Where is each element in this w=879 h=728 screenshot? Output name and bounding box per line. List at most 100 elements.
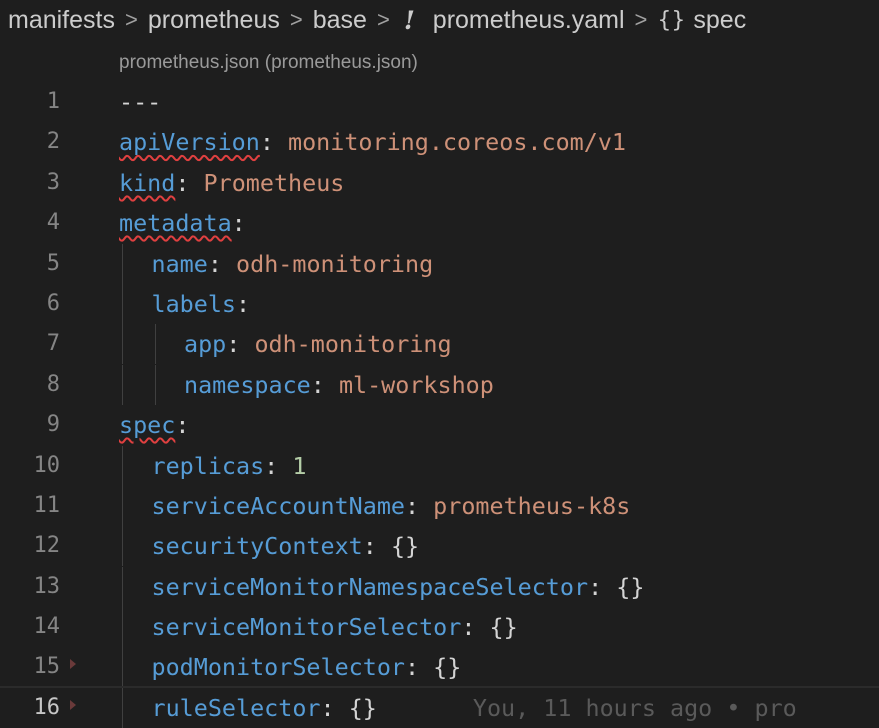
braces-icon: {} — [657, 7, 686, 33]
colon: : — [404, 491, 420, 520]
git-change-marker-icon — [70, 659, 76, 670]
yaml-file-icon: ! — [403, 5, 415, 35]
code-line[interactable]: 3 kind: Prometheus — [0, 163, 879, 203]
code-line[interactable]: 14 serviceMonitorSelector: {} — [0, 607, 879, 648]
yaml-key: ruleSelector — [151, 693, 321, 722]
colon: : — [175, 168, 190, 197]
indent-guide — [119, 526, 152, 567]
line-number: 9 — [46, 412, 60, 438]
code-line[interactable]: 6 labels: — [0, 283, 879, 324]
line-content[interactable]: app: odh-monitoring — [119, 324, 452, 365]
chevron-right-icon: > — [634, 7, 648, 32]
line-number: 1 — [46, 89, 60, 114]
line-number: 7 — [46, 331, 60, 357]
code-editor[interactable]: manifests > prometheus > base > ! promet… — [0, 0, 879, 728]
line-content[interactable]: namespace: ml-workshop — [119, 364, 494, 405]
code-line[interactable]: 1 --- — [0, 82, 879, 122]
code-line[interactable]: 16 ruleSelector: {} You, 11 hours ago • pr… — [0, 685, 879, 728]
line-number: 6 — [46, 290, 60, 316]
yaml-key: securityContext — [151, 532, 363, 561]
breadcrumb-item-manifests[interactable]: manifests — [8, 6, 115, 35]
colon: : — [231, 209, 246, 238]
line-number: 8 — [46, 371, 60, 397]
indent-guide — [119, 647, 152, 688]
code-line[interactable]: 10 replicas: 1 — [0, 445, 879, 486]
line-content[interactable]: serviceAccountName: prometheus-k8s — [119, 485, 631, 526]
code-line[interactable]: 15 podMonitorSelector: {} — [0, 647, 879, 688]
indent-guide — [152, 324, 185, 365]
yaml-value: {} — [348, 693, 377, 722]
yaml-key: namespace — [184, 370, 311, 399]
code-lines[interactable]: 1 --- 2 apiVersion: monitoring.coreos.com/v… — [0, 82, 879, 728]
indent-guide — [119, 607, 152, 648]
colon: : — [362, 532, 377, 561]
line-content[interactable]: serviceMonitorSelector: {} — [119, 607, 518, 648]
yaml-key: serviceMonitorNamespaceSelector — [151, 572, 589, 601]
yaml-key: metadata — [119, 209, 232, 238]
line-content[interactable]: replicas: 1 — [119, 445, 307, 486]
colon: : — [207, 249, 222, 278]
yaml-value: {} — [433, 653, 462, 682]
indent-guide — [119, 687, 152, 728]
breadcrumb-item-file[interactable]: prometheus.yaml — [433, 6, 625, 35]
code-line[interactable]: 9 spec: — [0, 405, 879, 445]
line-content[interactable]: ruleSelector: {} You, 11 hours ago • pro — [119, 687, 797, 728]
document-start-marker: --- — [119, 88, 162, 116]
colon: : — [175, 411, 190, 440]
line-content[interactable]: apiVersion: monitoring.coreos.com/v1 — [119, 122, 626, 162]
indent-guide — [119, 485, 152, 526]
code-line[interactable]: 5 name: odh-monitoring — [0, 243, 879, 284]
yaml-key: serviceMonitorSelector — [151, 613, 462, 642]
line-number: 16 — [33, 694, 61, 720]
line-content[interactable]: --- — [119, 82, 161, 122]
indent-guide — [152, 364, 185, 405]
yaml-value: odh-monitoring — [254, 330, 452, 359]
yaml-key: serviceAccountName — [151, 491, 405, 520]
yaml-value: prometheus-k8s — [433, 491, 631, 520]
yaml-value: 1 — [292, 451, 307, 480]
line-content[interactable]: metadata: — [119, 203, 246, 243]
colon: : — [310, 370, 325, 399]
line-number: 13 — [33, 573, 61, 599]
breadcrumb-item-prometheus[interactable]: prometheus — [148, 6, 280, 35]
yaml-key: app — [184, 330, 227, 359]
chevron-right-icon: > — [289, 7, 303, 32]
yaml-value: odh-monitoring — [236, 249, 434, 278]
code-line[interactable]: 7 app: odh-monitoring — [0, 324, 879, 365]
breadcrumb-item-base[interactable]: base — [313, 6, 367, 35]
code-line[interactable]: 13 serviceMonitorNamespaceSelector: {} — [0, 566, 879, 607]
line-content[interactable]: spec: — [119, 405, 189, 445]
line-content[interactable]: kind: Prometheus — [119, 163, 344, 203]
indent-guide — [119, 445, 152, 486]
line-number: 2 — [46, 129, 60, 155]
yaml-key: apiVersion — [119, 128, 260, 157]
code-line[interactable]: 12 securityContext: {} — [0, 526, 879, 567]
line-number: 10 — [33, 452, 61, 478]
yaml-key: labels — [151, 289, 237, 318]
code-line[interactable]: 11 serviceAccountName: prometheus-k8s — [0, 485, 879, 526]
breadcrumb-item-symbol[interactable]: spec — [693, 6, 746, 35]
line-content[interactable]: podMonitorSelector: {} — [119, 647, 462, 688]
yaml-value: Prometheus — [203, 168, 345, 197]
line-number: 5 — [46, 250, 60, 276]
code-line[interactable]: 2 apiVersion: monitoring.coreos.com/v1 — [0, 122, 879, 162]
yaml-key: spec — [119, 411, 176, 440]
schema-codelens[interactable]: prometheus.json (prometheus.json) — [119, 52, 418, 74]
code-line[interactable]: 4 metadata: — [0, 203, 879, 243]
colon: : — [404, 653, 420, 682]
line-content[interactable]: serviceMonitorNamespaceSelector: {} — [119, 566, 645, 607]
yaml-value: {} — [489, 613, 518, 642]
yaml-value: {} — [616, 572, 645, 601]
breadcrumb: manifests > prometheus > base > ! promet… — [0, 0, 879, 40]
colon: : — [226, 330, 241, 359]
git-blame-annotation: You, 11 hours ago • pro — [472, 693, 797, 722]
chevron-right-icon: > — [124, 7, 138, 32]
code-line[interactable]: 8 namespace: ml-workshop — [0, 364, 879, 405]
yaml-key: podMonitorSelector — [151, 653, 405, 682]
colon: : — [588, 572, 603, 601]
indent-guide — [119, 364, 152, 405]
line-content[interactable]: labels: — [119, 283, 250, 324]
line-content[interactable]: name: odh-monitoring — [119, 243, 434, 284]
yaml-value: ml-workshop — [338, 370, 494, 399]
line-content[interactable]: securityContext: {} — [119, 526, 419, 567]
